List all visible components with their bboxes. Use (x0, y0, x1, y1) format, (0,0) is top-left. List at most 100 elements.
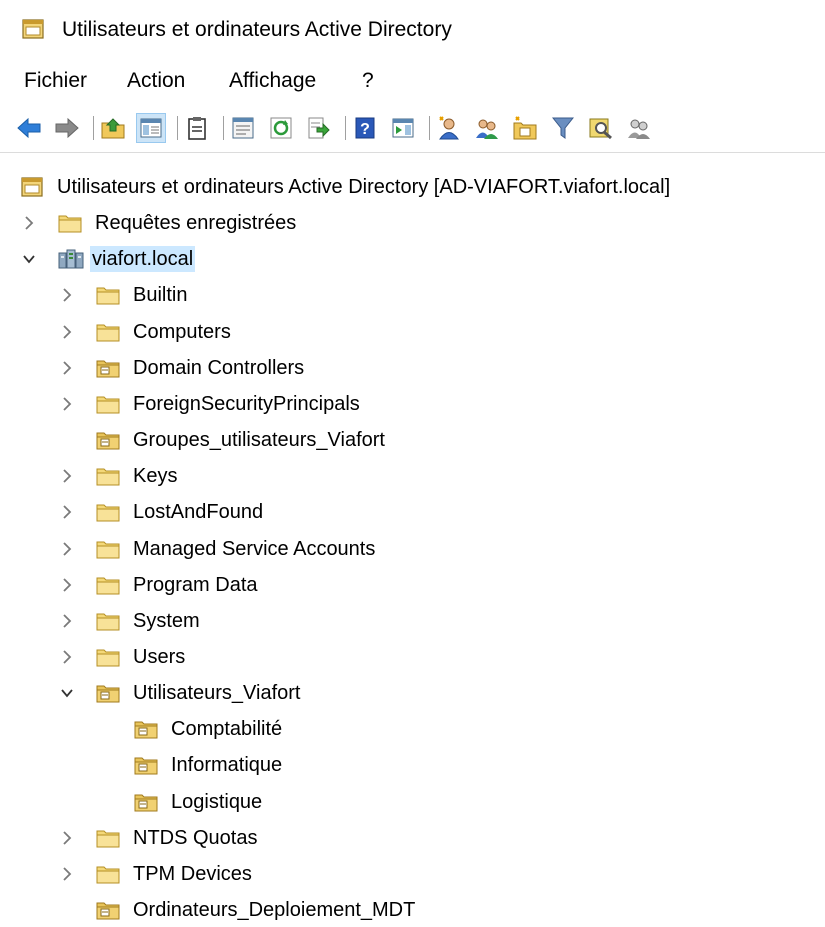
collapse-chevron-icon[interactable] (60, 685, 74, 701)
menu-action[interactable]: Action (125, 68, 187, 94)
expand-chevron-icon[interactable] (60, 577, 74, 593)
refresh-button[interactable] (266, 113, 296, 143)
organizational-unit-icon (134, 754, 158, 775)
properties-button[interactable] (228, 113, 258, 143)
tree-item[interactable]: Comptabilité (0, 712, 825, 746)
tree-item[interactable]: Program Data (0, 568, 825, 602)
expand-chevron-icon[interactable] (60, 504, 74, 520)
export-list-icon (308, 117, 330, 139)
tree-item-label: LostAndFound (133, 501, 264, 524)
tree-item[interactable]: NTDS Quotas (0, 821, 825, 855)
export-list-button[interactable] (304, 113, 334, 143)
toolbar-separator (177, 116, 178, 140)
tree-item-label: Groupes_utilisateurs_Viafort (133, 429, 385, 452)
menu-affichage[interactable]: Affichage (227, 68, 318, 94)
expand-chevron-icon[interactable] (60, 360, 74, 376)
folder-icon (96, 284, 120, 305)
new-ou-button[interactable] (510, 113, 540, 143)
clipboard-button[interactable] (182, 113, 212, 143)
expand-chevron-icon[interactable] (60, 613, 74, 629)
add-to-group-button[interactable] (624, 113, 654, 143)
folder-icon (96, 538, 120, 559)
organizational-unit-icon (96, 682, 120, 703)
tree-item[interactable]: Users (0, 640, 825, 674)
forward-arrow-button[interactable] (52, 113, 82, 143)
refresh-icon (270, 117, 292, 139)
find-button[interactable] (586, 113, 616, 143)
tree-item-label: ForeignSecurityPrincipals (133, 392, 360, 415)
expand-chevron-icon[interactable] (60, 866, 74, 882)
tree-item[interactable]: Utilisateurs_Viafort (0, 676, 825, 710)
tree-item[interactable]: viafort.local (0, 242, 825, 276)
tree-item[interactable]: ForeignSecurityPrincipals (0, 387, 825, 421)
tree-item[interactable]: Informatique (0, 748, 825, 782)
back-arrow-icon (16, 117, 42, 139)
tree-item[interactable]: Managed Service Accounts (0, 532, 825, 566)
action-pane-icon (392, 118, 414, 138)
expand-chevron-icon[interactable] (60, 287, 74, 303)
console-tree: Utilisateurs et ordinateurs Active Direc… (0, 160, 825, 921)
organizational-unit-icon (134, 718, 158, 739)
toolbar-separator (93, 116, 94, 140)
clipboard-icon (187, 116, 207, 140)
folder-icon (96, 646, 120, 667)
new-user-button[interactable] (434, 113, 464, 143)
tree-item[interactable]: TPM Devices (0, 857, 825, 891)
active-directory-icon (20, 176, 44, 197)
tree-item-label: Informatique (171, 754, 283, 777)
expand-chevron-icon[interactable] (60, 830, 74, 846)
help-button[interactable]: ? (350, 113, 380, 143)
new-group-button[interactable] (472, 113, 502, 143)
menu-help[interactable]: ? (360, 68, 376, 94)
folder-icon (96, 574, 120, 595)
forward-arrow-icon (54, 117, 80, 139)
domain-icon (58, 248, 84, 269)
folder-icon (96, 465, 120, 486)
organizational-unit-icon (134, 791, 158, 812)
filter-button[interactable] (548, 113, 578, 143)
collapse-chevron-icon[interactable] (22, 251, 36, 267)
tree-item-label: Keys (133, 465, 178, 488)
tree-item-label: Program Data (133, 573, 258, 596)
tree-item[interactable]: Ordinateurs_Deploiement_MDT (0, 893, 825, 927)
tree-item[interactable]: Requêtes enregistrées (0, 206, 825, 240)
expand-chevron-icon[interactable] (60, 468, 74, 484)
tree-item-label: Managed Service Accounts (133, 537, 376, 560)
up-folder-button[interactable] (98, 113, 128, 143)
tree-item[interactable]: LostAndFound (0, 495, 825, 529)
tree-item[interactable]: Computers (0, 315, 825, 349)
properties-icon (232, 117, 254, 139)
find-icon (589, 116, 613, 140)
tree-item-label: Domain Controllers (133, 356, 305, 379)
console-tree-icon (140, 118, 162, 138)
back-arrow-button[interactable] (14, 113, 44, 143)
menu-fichier[interactable]: Fichier (22, 68, 89, 94)
tree-item-label: Utilisateurs et ordinateurs Active Direc… (57, 176, 671, 198)
tree-item[interactable]: Utilisateurs et ordinateurs Active Direc… (0, 170, 825, 204)
console-tree-button[interactable] (136, 113, 166, 143)
toolbar-separator (223, 116, 224, 140)
expand-chevron-icon[interactable] (60, 324, 74, 340)
tree-item-label: Builtin (133, 284, 188, 307)
tree-item[interactable]: Groupes_utilisateurs_Viafort (0, 423, 825, 457)
tree-item-label: TPM Devices (133, 862, 252, 885)
tree-item[interactable]: System (0, 604, 825, 638)
window-title: Utilisateurs et ordinateurs Active Direc… (62, 18, 452, 41)
expand-chevron-icon[interactable] (60, 396, 74, 412)
organizational-unit-icon (96, 429, 120, 450)
toolbar: ? (0, 104, 825, 153)
expand-chevron-icon[interactable] (60, 541, 74, 557)
action-pane-button[interactable] (388, 113, 418, 143)
tree-item[interactable]: Keys (0, 459, 825, 493)
tree-item-label: Comptabilité (171, 718, 283, 741)
svg-text:?: ? (360, 121, 370, 138)
folder-icon (96, 610, 120, 631)
filter-icon (552, 116, 574, 140)
expand-chevron-icon[interactable] (22, 215, 36, 231)
folder-icon (58, 212, 82, 233)
tree-item[interactable]: Builtin (0, 278, 825, 312)
tree-item[interactable]: Domain Controllers (0, 351, 825, 385)
tree-item-label: Utilisateurs_Viafort (133, 682, 301, 705)
expand-chevron-icon[interactable] (60, 649, 74, 665)
tree-item[interactable]: Logistique (0, 785, 825, 819)
